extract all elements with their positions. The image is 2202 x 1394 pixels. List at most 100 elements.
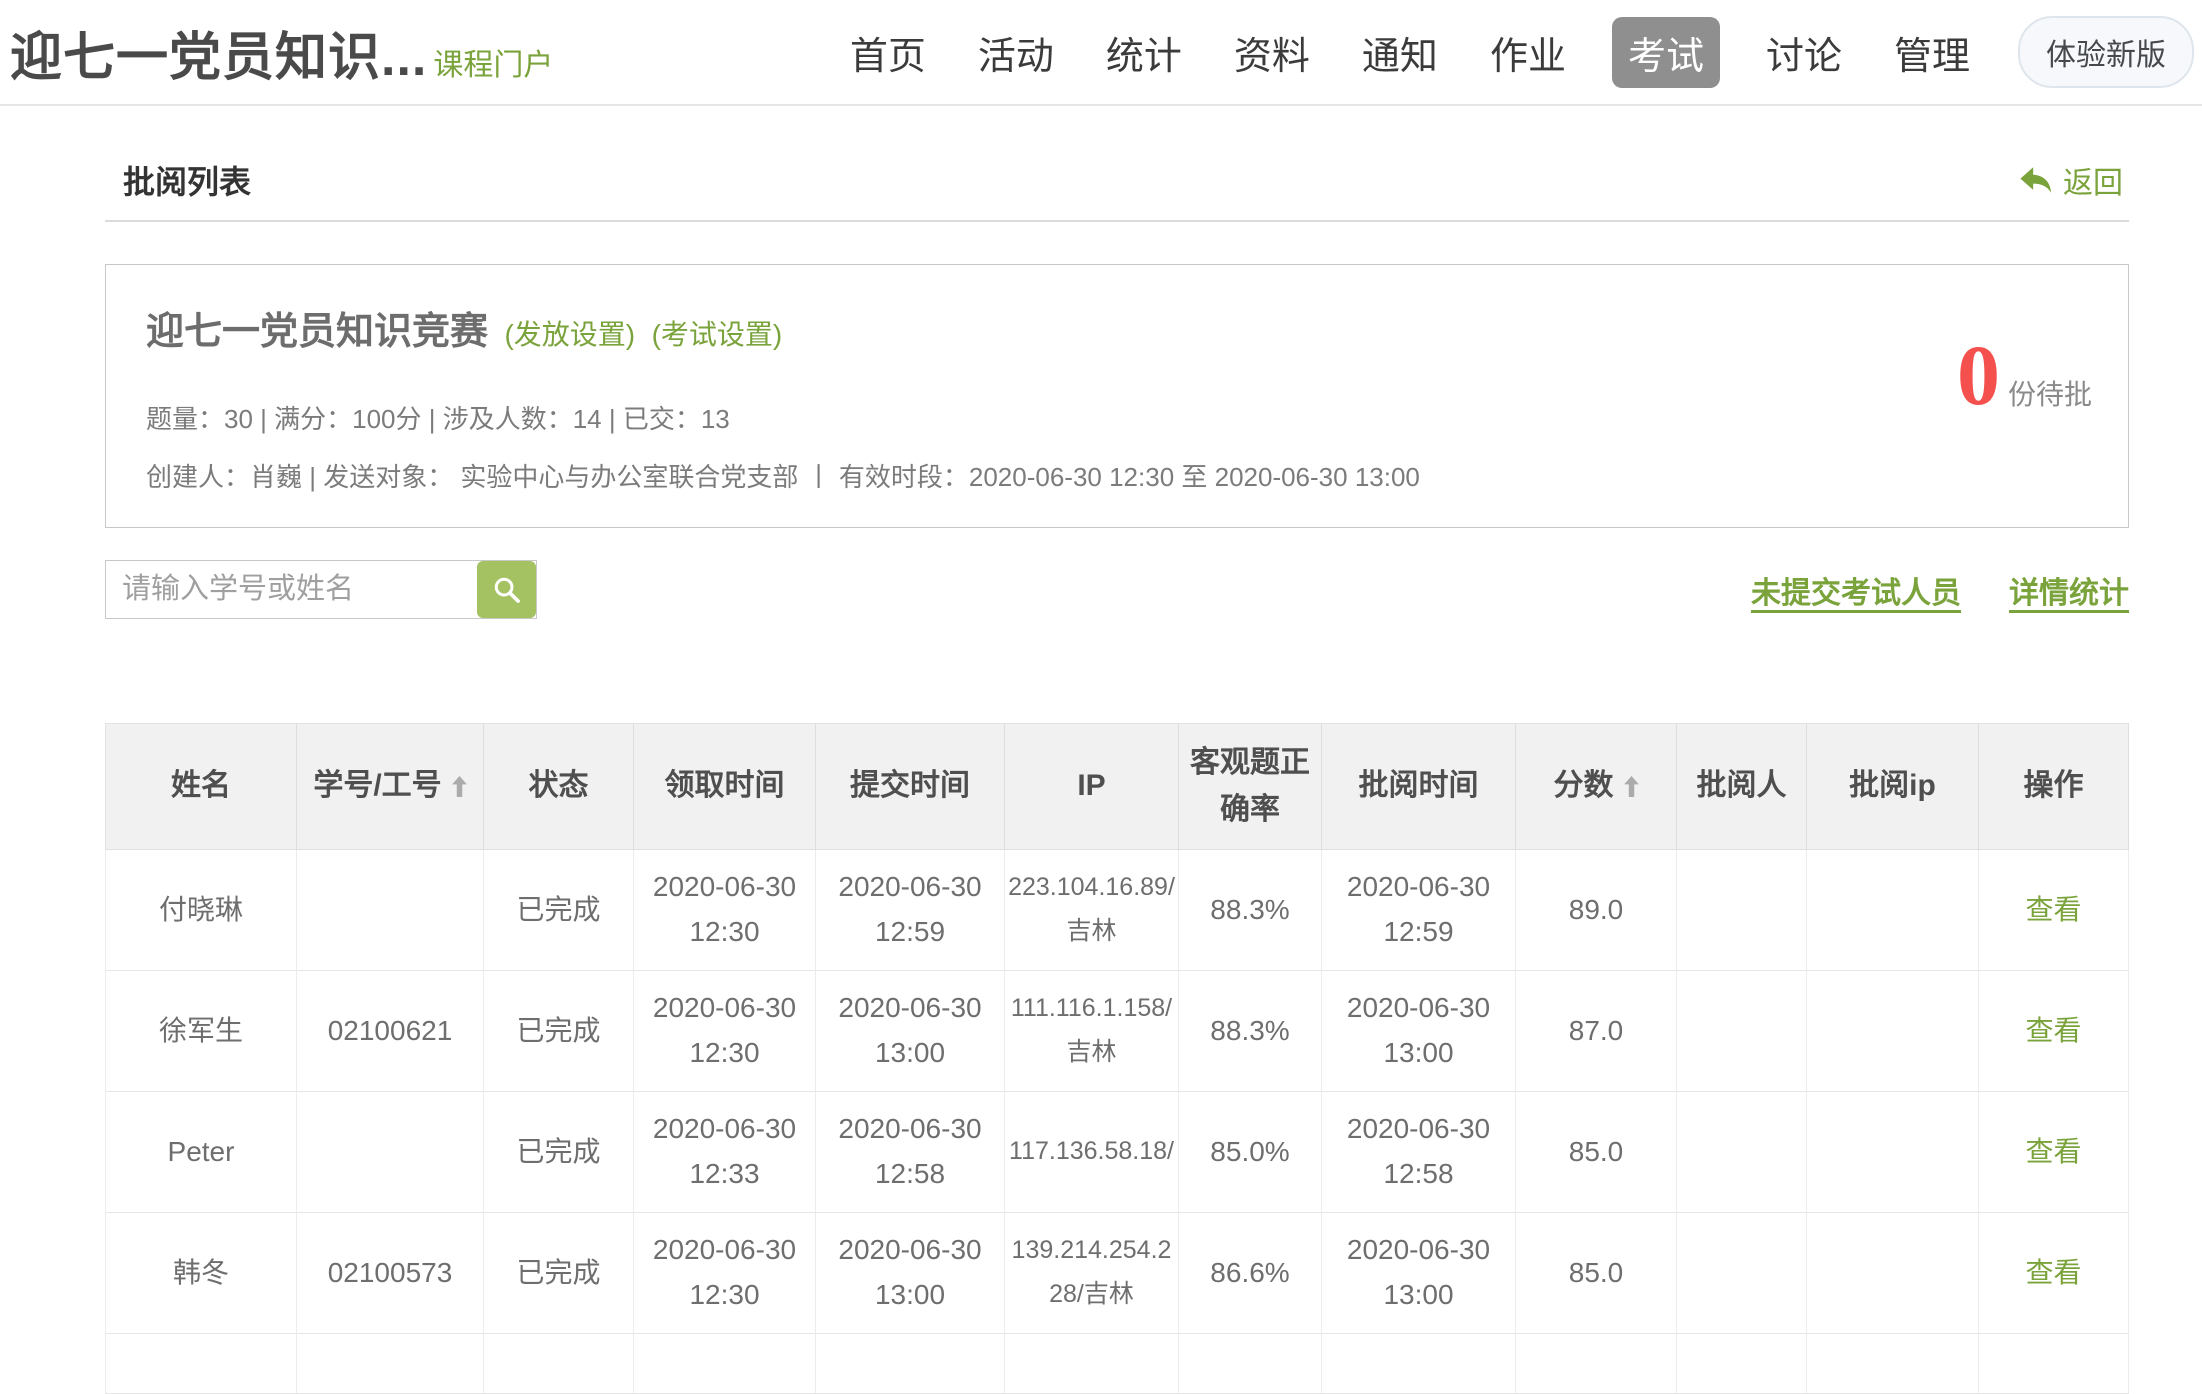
cell-student-id bbox=[297, 850, 484, 971]
cell-submit-time: 2020-06-30 13:00 bbox=[816, 1213, 1005, 1334]
cell-objective-rate bbox=[1179, 1334, 1322, 1394]
column-label: 批阅ip bbox=[1849, 769, 1936, 802]
nav-item-homework[interactable]: 作业 bbox=[1484, 17, 1572, 88]
pending-count-label: 份待批 bbox=[2008, 373, 2092, 413]
cell-ip: 117.136.58.18/ bbox=[1005, 1092, 1179, 1213]
course-portal-link[interactable]: 课程门户 bbox=[433, 40, 553, 84]
nav-item-activity[interactable]: 活动 bbox=[972, 17, 1060, 88]
table-row bbox=[105, 1334, 2129, 1394]
cell-student-id bbox=[297, 1092, 484, 1213]
cell-objective-rate: 88.3% bbox=[1179, 971, 1322, 1092]
brand: 迎七一党员知识... 课程门户 bbox=[10, 15, 553, 90]
cell-action: 查看 bbox=[1979, 1213, 2129, 1334]
pending-review-indicator: 0 份待批 bbox=[1957, 339, 2092, 413]
exam-info-card: 迎七一党员知识竞赛 (发放设置) (考试设置) 题量：30 | 满分：100分 … bbox=[105, 264, 2129, 528]
nav-item-statistics[interactable]: 统计 bbox=[1100, 17, 1188, 88]
cell-review-time: 2020-06-30 13:00 bbox=[1322, 971, 1516, 1092]
table-row: 徐军生 02100621 已完成 2020-06-30 12:30 2020-0… bbox=[105, 971, 2129, 1092]
back-arrow-icon bbox=[2019, 165, 2053, 195]
search-input[interactable] bbox=[106, 561, 477, 618]
cell-score: 85.0 bbox=[1516, 1092, 1677, 1213]
review-table: 姓名 学号/工号 状态领取时间提交时间IP客观题正确率 批阅时间 分数 批阅人 批阅ip 操作… bbox=[105, 723, 2129, 1394]
back-link[interactable]: 返回 bbox=[2019, 158, 2123, 202]
cell-student-id: 02100573 bbox=[297, 1213, 484, 1334]
cell-score: 87.0 bbox=[1516, 971, 1677, 1092]
cell-reviewer bbox=[1677, 1092, 1807, 1213]
page-content: 批阅列表 返回 迎七一党员知识竞赛 (发放设置) (考试设置) 题量：30 | … bbox=[105, 106, 2129, 1394]
cell-status: 已完成 bbox=[484, 850, 634, 971]
column-header-name: 姓名 bbox=[105, 723, 297, 850]
cell-submit-time bbox=[816, 1334, 1005, 1394]
page-head: 批阅列表 返回 bbox=[105, 106, 2129, 222]
cell-objective-rate: 88.3% bbox=[1179, 850, 1322, 971]
exam-title: 迎七一党员知识竞赛 bbox=[146, 311, 488, 353]
cell-submit-time: 2020-06-30 12:58 bbox=[816, 1092, 1005, 1213]
column-header-received-time: 领取时间 bbox=[634, 723, 816, 850]
view-link[interactable]: 查看 bbox=[2025, 894, 2081, 925]
view-link[interactable]: 查看 bbox=[2025, 1015, 2081, 1046]
nav-item-materials[interactable]: 资料 bbox=[1228, 17, 1316, 88]
exam-stats-line: 题量：30 | 满分：100分 | 涉及人数：14 | 已交：13 bbox=[146, 403, 2088, 435]
column-header-objective-rate: 客观题正确率 bbox=[1179, 723, 1322, 850]
dispatch-settings-link[interactable]: (发放设置) bbox=[504, 319, 635, 350]
exam-settings-link[interactable]: (考试设置) bbox=[652, 319, 783, 350]
column-header-status: 状态 bbox=[484, 723, 634, 850]
cell-score bbox=[1516, 1334, 1677, 1394]
sort-icon bbox=[1624, 776, 1639, 797]
cell-objective-rate: 86.6% bbox=[1179, 1213, 1322, 1334]
cell-reviewer bbox=[1677, 850, 1807, 971]
exam-creator-line: 创建人：肖巍 | 发送对象： 实验中心与办公室联合党支部 丨 有效时段：2020… bbox=[146, 461, 2088, 493]
column-header-ip: IP bbox=[1005, 723, 1179, 850]
table-row: 韩冬 02100573 已完成 2020-06-30 12:30 2020-06… bbox=[105, 1213, 2129, 1334]
nav-item-exam[interactable]: 考试 bbox=[1612, 17, 1720, 88]
sort-icon bbox=[452, 776, 467, 797]
cell-review-ip bbox=[1807, 850, 1979, 971]
pending-count: 0 bbox=[1957, 339, 2000, 412]
cell-student-id bbox=[297, 1334, 484, 1394]
try-new-version-button[interactable]: 体验新版 bbox=[2018, 16, 2194, 88]
cell-status bbox=[484, 1334, 634, 1394]
column-label: 姓名 bbox=[171, 769, 231, 802]
exam-title-row: 迎七一党员知识竞赛 (发放设置) (考试设置) bbox=[146, 307, 2088, 365]
view-link[interactable]: 查看 bbox=[2025, 1257, 2081, 1288]
cell-ip: 223.104.16.89/吉林 bbox=[1005, 850, 1179, 971]
cell-review-ip bbox=[1807, 1334, 1979, 1394]
table-header-row: 姓名 学号/工号 状态领取时间提交时间IP客观题正确率 批阅时间 分数 批阅人 批阅ip 操作 bbox=[105, 723, 2129, 850]
cell-review-ip bbox=[1807, 1092, 1979, 1213]
cell-score: 89.0 bbox=[1516, 850, 1677, 971]
cell-action: 查看 bbox=[1979, 850, 2129, 971]
cell-status: 已完成 bbox=[484, 1092, 634, 1213]
column-header-review-time: 批阅时间 bbox=[1322, 723, 1516, 850]
cell-submit-time: 2020-06-30 13:00 bbox=[816, 971, 1005, 1092]
nav-item-home[interactable]: 首页 bbox=[844, 17, 932, 88]
nav-item-notice[interactable]: 通知 bbox=[1356, 17, 1444, 88]
nav-item-manage[interactable]: 管理 bbox=[1888, 17, 1976, 88]
column-header-submit-time: 提交时间 bbox=[816, 723, 1005, 850]
toolbar-links: 未提交考试人员 详情统计 bbox=[1751, 568, 2129, 612]
view-link[interactable]: 查看 bbox=[2025, 1136, 2081, 1167]
cell-reviewer bbox=[1677, 971, 1807, 1092]
column-label: 批阅人 bbox=[1697, 769, 1787, 802]
column-header-score[interactable]: 分数 bbox=[1516, 723, 1677, 850]
column-label: 批阅时间 bbox=[1359, 769, 1479, 802]
column-label: 领取时间 bbox=[665, 769, 785, 802]
cell-student-id: 02100621 bbox=[297, 971, 484, 1092]
nav-item-discussion[interactable]: 讨论 bbox=[1760, 17, 1848, 88]
detail-stats-link[interactable]: 详情统计 bbox=[2009, 568, 2129, 612]
column-label: 分数 bbox=[1554, 769, 1614, 802]
cell-review-time: 2020-06-30 13:00 bbox=[1322, 1213, 1516, 1334]
column-label: 学号/工号 bbox=[313, 769, 441, 802]
cell-review-time: 2020-06-30 12:58 bbox=[1322, 1092, 1516, 1213]
cell-ip: 139.214.254.228/吉林 bbox=[1005, 1213, 1179, 1334]
search-box bbox=[105, 560, 537, 619]
cell-score: 85.0 bbox=[1516, 1213, 1677, 1334]
column-header-action: 操作 bbox=[1979, 723, 2129, 850]
page-title: 批阅列表 bbox=[123, 162, 251, 202]
cell-status: 已完成 bbox=[484, 1213, 634, 1334]
cell-name: 韩冬 bbox=[105, 1213, 297, 1334]
cell-received-time: 2020-06-30 12:33 bbox=[634, 1092, 816, 1213]
cell-reviewer bbox=[1677, 1213, 1807, 1334]
column-header-student-id[interactable]: 学号/工号 bbox=[297, 723, 484, 850]
not-submitted-link[interactable]: 未提交考试人员 bbox=[1751, 568, 1961, 612]
search-button[interactable] bbox=[477, 561, 536, 618]
